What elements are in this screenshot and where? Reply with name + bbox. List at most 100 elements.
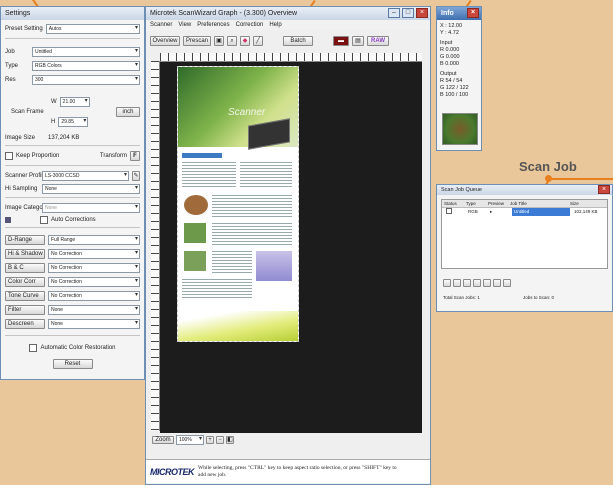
- col-status[interactable]: Status: [442, 200, 466, 207]
- info-y-value: 4.72: [448, 30, 459, 36]
- doc-photo-4: [256, 251, 292, 281]
- queue-footer: Total Scan Jobs: 1 Jobs to Scan: 0: [443, 295, 606, 300]
- queue-add-icon[interactable]: [443, 279, 451, 287]
- menu-help[interactable]: Help: [269, 20, 281, 30]
- reset-button[interactable]: Reset: [52, 358, 93, 369]
- frame-tool-icon[interactable]: ▣: [214, 36, 224, 46]
- tool-drange-select[interactable]: Full Range: [48, 234, 140, 245]
- queue-total-label: Total Scan Jobs: 1: [443, 295, 480, 300]
- maximize-icon[interactable]: □: [402, 8, 414, 18]
- queue-titlebar: Scan Job Queue ×: [437, 185, 612, 195]
- row-preview-icon: ▸: [490, 209, 493, 214]
- auto-corrections-label: Auto Corrections: [51, 216, 96, 223]
- unit-select[interactable]: inch: [116, 106, 140, 117]
- scan-icon[interactable]: ▬: [333, 36, 349, 46]
- doc-blue-bar: [182, 153, 222, 158]
- tool-filter-select[interactable]: None: [48, 304, 140, 315]
- zoom-out-icon[interactable]: −: [216, 436, 224, 444]
- col-preview[interactable]: Preview: [488, 200, 510, 207]
- col-type[interactable]: Type: [466, 200, 488, 207]
- info-output-g: G 122 / 122: [440, 85, 469, 91]
- folder-icon[interactable]: ▤: [352, 36, 364, 46]
- preview-area[interactable]: Scanner: [160, 62, 422, 433]
- queue-down-icon[interactable]: [483, 279, 491, 287]
- callout-scan-job: Scan Job: [519, 159, 577, 174]
- zoom-select[interactable]: 100%: [176, 435, 204, 445]
- status-bar: MICROTEK While selecting, press "CTRL" k…: [146, 459, 430, 483]
- overview-button[interactable]: Overview: [150, 36, 180, 46]
- tool-tonecurve-select[interactable]: No Correction: [48, 290, 140, 301]
- tool-descreen-select[interactable]: None: [48, 318, 140, 329]
- auto-corrections-checkbox[interactable]: [40, 215, 48, 224]
- menu-preferences[interactable]: Preferences: [197, 20, 229, 30]
- main-title: Microtek ScanWizard Graph - (3.300) Over…: [150, 10, 298, 17]
- hisampling-select[interactable]: None: [42, 183, 140, 194]
- color-tool-icon[interactable]: ◆: [240, 36, 250, 46]
- col-size[interactable]: Size: [570, 200, 579, 207]
- status-text: While selecting, press "CTRL" key to kee…: [198, 464, 397, 478]
- doc-heading: Scanner: [228, 107, 266, 118]
- scanner-profile-select[interactable]: LS-3000 CCSD: [42, 170, 129, 181]
- tool-hishadow-button[interactable]: Hi & Shadow: [5, 248, 45, 259]
- prescan-button[interactable]: Prescan: [183, 36, 211, 46]
- h-label: H: [51, 118, 56, 125]
- auto-correction-icon: [5, 216, 11, 223]
- batch-button[interactable]: Batch: [283, 36, 313, 46]
- tool-bc-select[interactable]: No Correction: [48, 262, 140, 273]
- info-x-value: 12.00: [448, 23, 463, 29]
- type-label: Type: [5, 62, 19, 69]
- tool-colorcorr-select[interactable]: No Correction: [48, 276, 140, 287]
- doc-text-block-4: [212, 223, 292, 245]
- info-close-icon[interactable]: ×: [467, 8, 479, 18]
- info-input-b: B 0.000: [440, 61, 459, 67]
- fit-icon[interactable]: ◧: [226, 436, 234, 444]
- zoom-tool-icon[interactable]: ⌕: [227, 36, 237, 46]
- tool-filter-button[interactable]: Filter: [5, 304, 45, 315]
- type-select[interactable]: RGB Colors: [32, 60, 140, 71]
- image-category-select[interactable]: None: [42, 202, 140, 213]
- table-row[interactable]: RGB ▸ Untitled 102,149 KB: [442, 207, 607, 217]
- queue-duplicate-icon[interactable]: [453, 279, 461, 287]
- close-icon[interactable]: ×: [416, 8, 428, 18]
- eyedropper-icon[interactable]: ╱: [253, 36, 263, 46]
- doc-text-block-6: [182, 279, 252, 299]
- menu-view[interactable]: View: [178, 20, 191, 30]
- keep-proportion-checkbox[interactable]: [5, 151, 13, 160]
- menu-scanner[interactable]: Scanner: [150, 20, 172, 30]
- preset-label: Preset Setting: [5, 25, 43, 32]
- tool-colorcorr-button[interactable]: Color Corr: [5, 276, 45, 287]
- row-jobtitle[interactable]: Untitled: [512, 208, 570, 216]
- menu-correction[interactable]: Correction: [236, 20, 264, 30]
- job-select[interactable]: Untitled: [32, 46, 140, 57]
- row-type: RGB: [468, 209, 478, 214]
- tool-descreen-button[interactable]: Descreen: [5, 318, 45, 329]
- hisampling-label: Hi Sampling: [5, 185, 38, 192]
- preset-select[interactable]: Autos: [45, 23, 140, 34]
- tool-bc-button[interactable]: B & C: [5, 262, 45, 273]
- queue-close-icon[interactable]: ×: [598, 185, 610, 194]
- queue-up-icon[interactable]: [473, 279, 481, 287]
- res-select[interactable]: 300: [32, 74, 140, 85]
- transform-icon[interactable]: F: [130, 150, 140, 161]
- row-status-checkbox[interactable]: [442, 207, 468, 217]
- tool-tonecurve-button[interactable]: Tone Curve: [5, 290, 45, 301]
- col-jobtitle[interactable]: Job Title: [510, 200, 570, 207]
- queue-window: Scan Job Queue × Status Type Preview Job…: [436, 184, 613, 312]
- queue-save-icon[interactable]: [493, 279, 501, 287]
- profile-edit-icon[interactable]: ✎: [132, 170, 140, 181]
- zoom-label: Zoom: [152, 436, 174, 444]
- imagesize-value: 137,204 KB: [48, 134, 80, 141]
- minimize-icon[interactable]: –: [388, 8, 400, 18]
- tool-hishadow-select[interactable]: No Correction: [48, 248, 140, 259]
- zoom-in-icon[interactable]: +: [206, 436, 214, 444]
- tool-drange-button[interactable]: D-Range: [5, 234, 45, 245]
- h-input[interactable]: 29.85: [58, 116, 89, 127]
- auto-restore-checkbox[interactable]: [29, 343, 38, 352]
- raw-button[interactable]: RAW: [367, 36, 389, 46]
- top-ruler: [160, 53, 422, 62]
- info-output-r: R 54 / 54: [440, 78, 463, 84]
- doc-photo-3: [184, 251, 206, 271]
- queue-settings-icon[interactable]: [503, 279, 511, 287]
- w-input[interactable]: 21.00: [59, 96, 90, 107]
- queue-delete-icon[interactable]: [463, 279, 471, 287]
